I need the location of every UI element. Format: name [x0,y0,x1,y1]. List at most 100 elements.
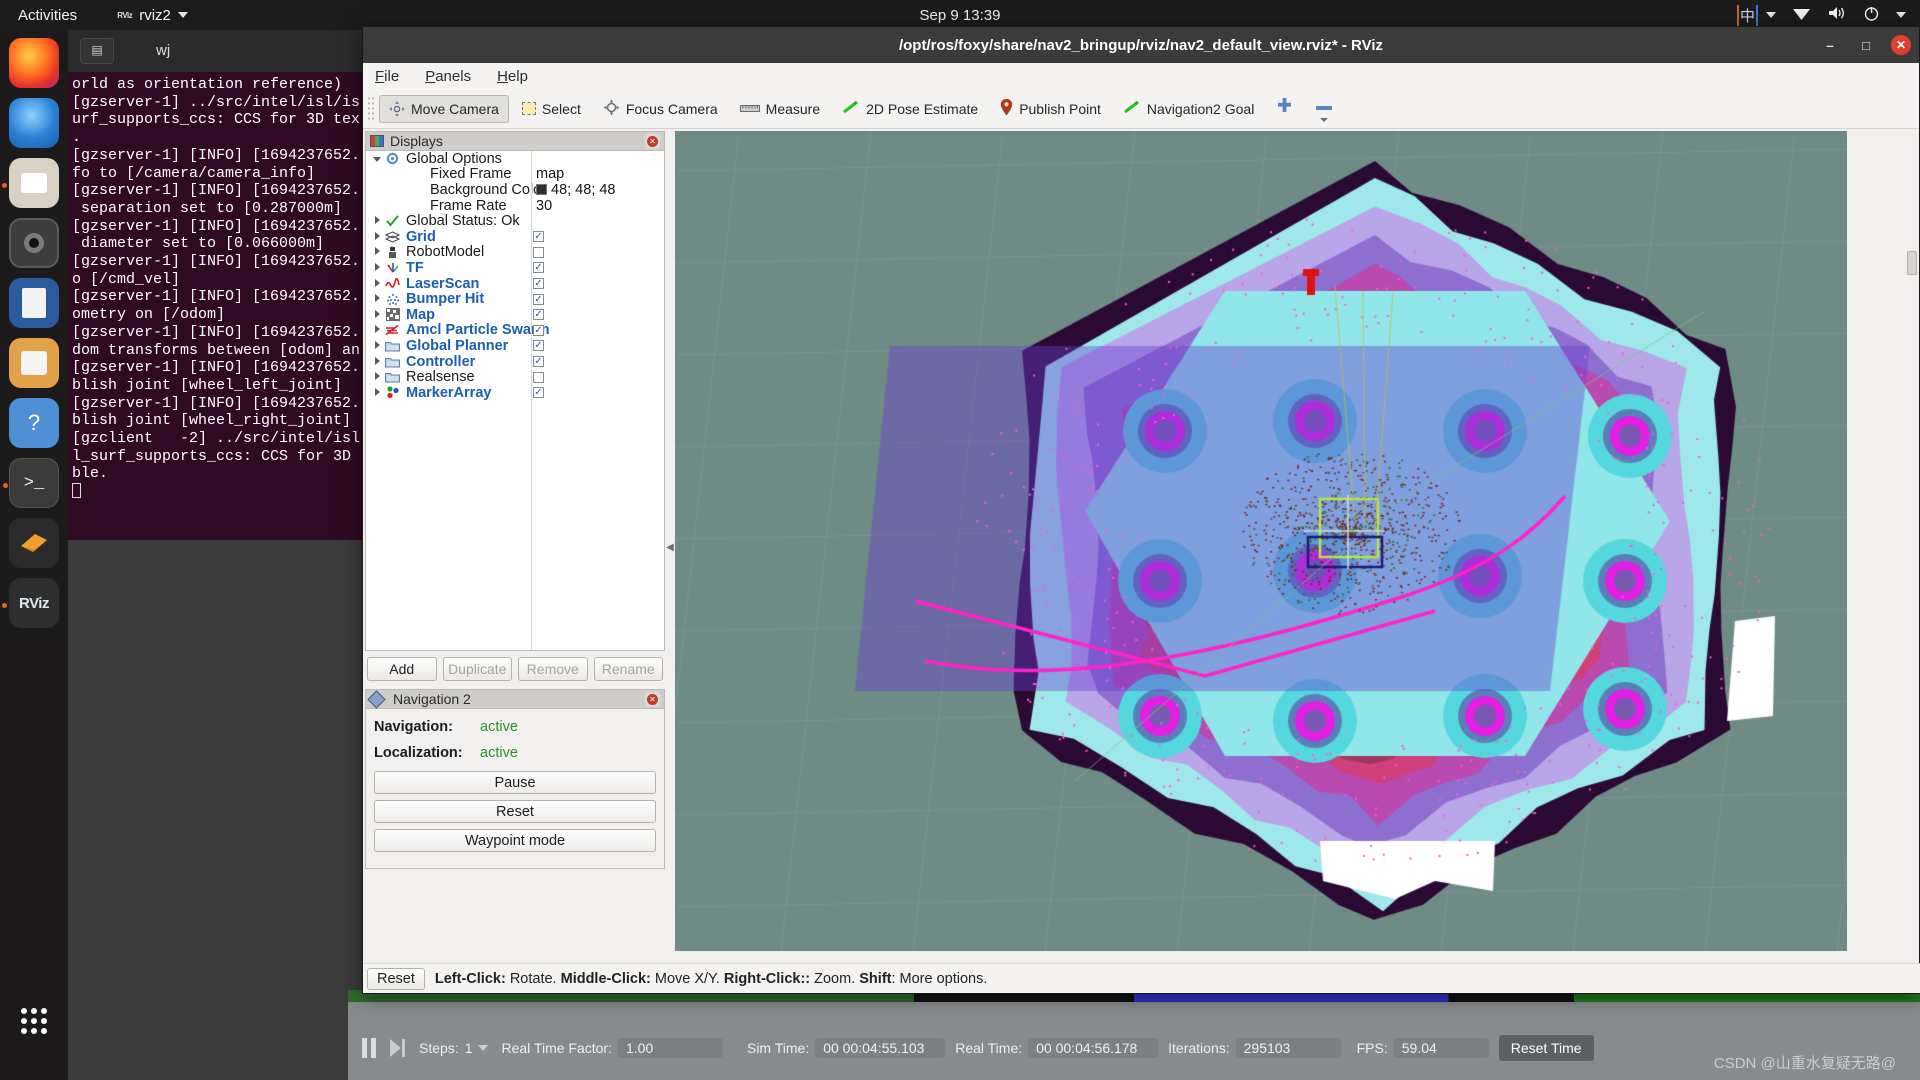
display-tree-row[interactable]: Frame Rate30 [366,198,664,214]
maximize-button[interactable]: □ [1855,34,1877,56]
right-dock-handle[interactable] [1907,251,1917,275]
tool-2d-pose-estimate[interactable]: 2D Pose Estimate [833,95,987,122]
display-enabled-checkbox[interactable] [533,247,544,258]
duplicate-display-button[interactable]: Duplicate [443,657,513,681]
minimize-button[interactable]: – [1819,34,1841,56]
tool-move-camera[interactable]: Move Camera [379,95,509,123]
display-enabled-checkbox[interactable]: ✓ [533,231,544,242]
menu-help[interactable]: Help [497,68,528,85]
display-tree-row[interactable]: Amcl Particle Swarm✓ [366,323,664,339]
display-tree-row[interactable]: Controller✓ [366,354,664,370]
tool-measure[interactable]: Measure [731,96,829,122]
tree-expander-closed[interactable] [370,263,384,273]
display-tree-row[interactable]: Global Planner✓ [366,338,664,354]
dock-item-rhythmbox[interactable] [9,218,59,268]
tree-expander-closed[interactable] [370,279,384,289]
tool-select[interactable]: Select [513,96,590,122]
tree-expander-closed[interactable] [370,388,384,398]
terminal-menu-button[interactable]: ▤ [80,38,114,64]
display-property-value[interactable]: map [536,166,564,182]
tree-expander-closed[interactable] [370,216,384,226]
display-tree-row[interactable]: Global Options [366,151,664,167]
close-button[interactable]: ✕ [1891,35,1911,55]
tree-expander-closed[interactable] [370,372,384,382]
display-enabled-checkbox[interactable]: ✓ [533,309,544,320]
chevron-down-icon[interactable] [1896,12,1906,18]
display-tree-row[interactable]: TF✓ [366,260,664,276]
wifi-icon[interactable] [1792,6,1811,25]
reset-view-button[interactable]: Reset [367,968,425,990]
costmap-canvas[interactable] [675,131,1847,951]
display-tree-row[interactable]: RobotModel [366,245,664,261]
display-enabled-checkbox[interactable]: ✓ [533,278,544,289]
dock-item-terminal[interactable]: >_ [9,458,59,508]
display-tree-row[interactable]: Map✓ [366,307,664,323]
ime-indicator[interactable]: 中 [1737,5,1776,26]
display-enabled-checkbox[interactable]: ✓ [533,325,544,336]
menu-file[interactable]: File [375,68,399,85]
volume-icon[interactable] [1827,5,1847,25]
navigation2-panel-close-button[interactable]: ✕ [645,692,660,707]
dock-item-software[interactable] [9,338,59,388]
dock-item-help[interactable]: ? [9,398,59,448]
display-tree-row[interactable]: Bumper Hit✓ [366,291,664,307]
show-applications-button[interactable] [9,1008,59,1058]
add-display-button[interactable]: Add [367,657,437,681]
display-tree-row[interactable]: Realsense [366,369,664,385]
app-menu-rviz2[interactable]: RViz rviz2 [117,7,188,24]
remove-tool-button[interactable] [1306,90,1342,127]
displays-tree[interactable]: Global OptionsFixed FramemapBackground C… [365,151,665,651]
tool-publish-point[interactable]: Publish Point [991,94,1110,124]
clock[interactable]: Sep 9 13:39 [920,7,1001,24]
displays-panel-close-button[interactable]: ✕ [645,134,660,149]
dock-item-writer[interactable] [9,278,59,328]
tree-expander-closed[interactable] [370,232,384,242]
display-tree-row[interactable]: MarkerArray✓ [366,385,664,401]
add-tool-button[interactable] [1267,92,1302,125]
display-property-value[interactable]: 48; 48; 48 [536,182,616,198]
waypoint-mode-button[interactable]: Waypoint mode [374,829,656,852]
tree-expander-closed[interactable] [370,310,384,320]
reset-time-button[interactable]: Reset Time [1499,1035,1594,1061]
menu-panels[interactable]: Panels [425,68,471,85]
chevron-down-icon[interactable] [478,1045,488,1051]
dock-item-firefox[interactable] [9,38,59,88]
steps-value[interactable]: 1 [465,1040,473,1056]
display-tree-row[interactable]: Background Color48; 48; 48 [366,182,664,198]
display-enabled-checkbox[interactable]: ✓ [533,340,544,351]
display-enabled-checkbox[interactable]: ✓ [533,356,544,367]
power-icon[interactable] [1863,5,1880,26]
dock-item-vscode[interactable] [9,518,59,568]
pause-icon[interactable] [362,1038,376,1058]
remove-display-button[interactable]: Remove [518,657,588,681]
tool-focus-camera[interactable]: Focus Camera [594,94,727,124]
display-tree-row[interactable]: Fixed Framemap [366,167,664,183]
tree-expander-closed[interactable] [370,325,384,335]
display-tree-row[interactable]: Grid✓ [366,229,664,245]
step-icon[interactable] [390,1039,405,1057]
display-enabled-checkbox[interactable]: ✓ [533,387,544,398]
activities-button[interactable]: Activities [18,7,77,24]
tree-expander-closed[interactable] [370,357,384,367]
reset-button[interactable]: Reset [374,800,656,823]
display-enabled-checkbox[interactable] [533,372,544,383]
display-tree-row[interactable]: Global Status: Ok [366,213,664,229]
display-enabled-checkbox[interactable]: ✓ [533,262,544,273]
dock-item-thunderbird[interactable] [9,98,59,148]
dock-item-files[interactable] [9,158,59,208]
chevron-down-icon[interactable] [1320,118,1328,122]
dock-item-rviz[interactable]: RViz [9,578,59,628]
pause-button[interactable]: Pause [374,771,656,794]
display-enabled-checkbox[interactable]: ✓ [533,294,544,305]
display-tree-row[interactable]: LaserScan✓ [366,276,664,292]
3d-viewport[interactable]: 31 fps [675,131,1847,951]
left-panel-collapse-handle[interactable]: ◀ [666,527,674,567]
tree-expander-closed[interactable] [370,247,384,257]
rename-display-button[interactable]: Rename [594,657,664,681]
tree-expander-open[interactable] [370,154,384,164]
display-property-value[interactable]: 30 [536,198,552,214]
tree-expander-closed[interactable] [370,294,384,304]
tree-expander-closed[interactable] [370,341,384,351]
toolbar-grip[interactable] [367,96,375,122]
tool-navigation2-goal[interactable]: Navigation2 Goal [1114,95,1263,122]
